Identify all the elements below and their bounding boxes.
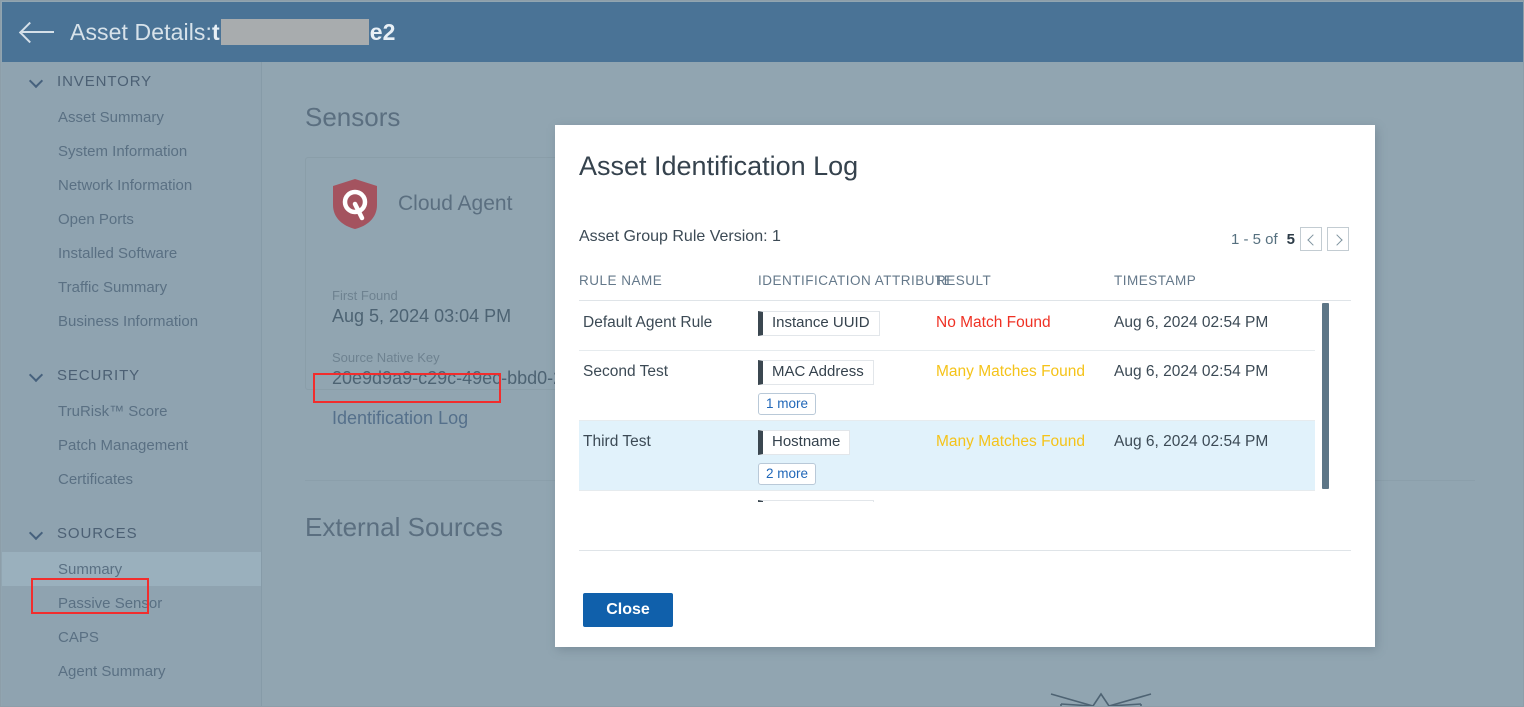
sidebar-item-certificates[interactable]: Certificates	[2, 462, 261, 496]
table-row[interactable]: Default Agent Rule Instance UUID No Matc…	[579, 302, 1315, 351]
sidebar-item-trurisk-score[interactable]: TruRisk™ Score	[2, 394, 261, 428]
sidebar-item-label: Traffic Summary	[58, 278, 168, 296]
pagination-controls: 1 - 5 of 5	[1231, 227, 1349, 251]
sidebar-item-label: System Information	[58, 142, 188, 160]
more-attributes-badge[interactable]: 1 more	[758, 393, 817, 415]
sidebar-item-patch-management[interactable]: Patch Management	[2, 428, 261, 462]
sidebar-group-label: SECURITY	[57, 366, 141, 384]
identification-log-link[interactable]: Identification Log	[332, 408, 468, 429]
cell-timestamp: Aug 6, 2024 02:54 PM	[1114, 314, 1269, 331]
column-header-result: RESULT	[936, 273, 992, 288]
asset-name-end: e2	[369, 18, 396, 45]
table-row[interactable]: Second Test MAC Address 1 more Many Matc…	[579, 351, 1315, 421]
sidebar-item-traffic-summary[interactable]: Traffic Summary	[2, 270, 261, 304]
more-attributes-badge[interactable]: 2 more	[758, 463, 817, 485]
cell-rule-name: Third Test	[583, 433, 651, 450]
app-screen: Asset Details: t e2 INVENTORY Asset Summ…	[0, 0, 1524, 707]
sidebar-group-security[interactable]: SECURITY	[2, 356, 261, 394]
column-header-identification-attribute: IDENTIFICATION ATTRIBUTE	[758, 273, 954, 288]
sidebar-item-network-information[interactable]: Network Information	[2, 168, 261, 202]
attribute-badge: Instance UUID	[758, 311, 880, 336]
sensor-name-label: Cloud Agent	[398, 192, 513, 215]
sidebar-item-label: Business Information	[58, 312, 199, 330]
sidebar-group-inventory[interactable]: INVENTORY	[2, 62, 261, 100]
sidebar-item-open-ports[interactable]: Open Ports	[2, 202, 261, 236]
top-header-bar: Asset Details: t e2	[2, 2, 1523, 62]
sensors-section-title: Sensors	[305, 102, 401, 132]
cell-rule-name: Second Test	[583, 363, 669, 380]
table-scrollbar-thumb[interactable]	[1322, 303, 1329, 489]
attribute-badge: MAC Address	[758, 360, 874, 385]
sidebar-item-label: Asset Summary	[58, 108, 164, 126]
sidebar-item-agent-summary[interactable]: Agent Summary	[2, 654, 261, 688]
sidebar-item-label: Patch Management	[58, 436, 189, 454]
pagination-range: 1 - 5 of	[1230, 230, 1278, 248]
sidebar-item-passive-sensor[interactable]: Passive Sensor	[2, 586, 261, 620]
dialog-title: Asset Identification Log	[579, 151, 859, 181]
back-arrow-icon[interactable]	[20, 19, 56, 45]
table-row[interactable]: Third Test Hostname 2 more Many Matches …	[579, 421, 1315, 491]
sidebar-item-label: Installed Software	[58, 244, 178, 262]
sidebar-item-asset-summary[interactable]: Asset Summary	[2, 100, 261, 134]
asset-identification-log-dialog: Asset Identification Log Asset Group Rul…	[555, 125, 1375, 647]
pagination-next-button[interactable]	[1327, 227, 1349, 251]
cell-timestamp: Aug 6, 2024 02:54 PM	[1114, 363, 1269, 380]
asset-group-rule-version: Asset Group Rule Version: 1	[579, 228, 781, 245]
page-title-prefix: Asset Details:	[70, 18, 213, 45]
sidebar-group-sources[interactable]: SOURCES	[2, 514, 261, 552]
table-header-row: RULE NAME IDENTIFICATION ATTRIBUTE RESUL…	[579, 273, 1351, 301]
sidebar-group-label: SOURCES	[57, 524, 138, 542]
pagination-total: 5	[1286, 230, 1295, 248]
page-title: Asset Details: t e2	[70, 19, 396, 46]
table-scrollbar[interactable]	[1322, 303, 1329, 503]
first-found-label: First Found	[332, 288, 398, 303]
external-sources-section-title: External Sources	[305, 512, 503, 542]
sidebar-item-label: Certificates	[58, 470, 134, 488]
attribute-badge: Hostname	[758, 430, 851, 455]
first-found-value: Aug 5, 2024 03:04 PM	[332, 306, 512, 326]
sidebar-item-label: Open Ports	[58, 210, 134, 228]
redaction-block	[220, 19, 369, 45]
sidebar-item-label: TruRisk™ Score	[58, 402, 168, 420]
close-button[interactable]: Close	[583, 593, 673, 627]
sidebar-item-label: Summary	[58, 560, 123, 578]
cell-identification-attribute: MAC Address	[758, 500, 874, 502]
table-row[interactable]: Fourth Test MAC Address 1 more Many Matc…	[579, 491, 1315, 502]
sidebar-item-summary[interactable]: Summary	[2, 552, 261, 586]
sidebar-group-label: INVENTORY	[57, 72, 153, 90]
sidebar-item-system-information[interactable]: System Information	[2, 134, 261, 168]
sidebar-item-installed-software[interactable]: Installed Software	[2, 236, 261, 270]
sidebar-nav: INVENTORY Asset Summary System Informati…	[2, 62, 262, 706]
pagination-prev-button[interactable]	[1300, 227, 1322, 251]
empty-state-box-icon	[1050, 692, 1152, 706]
sidebar-item-label: Passive Sensor	[58, 594, 163, 612]
sidebar-item-label: Agent Summary	[58, 662, 166, 680]
cell-result: Many Matches Found	[936, 433, 1086, 450]
sidebar-item-label: Network Information	[58, 176, 193, 194]
cell-identification-attribute: Instance UUID	[758, 311, 880, 336]
sidebar-item-caps[interactable]: CAPS	[2, 620, 261, 654]
table-bottom-divider	[579, 550, 1351, 551]
column-header-rule-name: RULE NAME	[579, 273, 663, 288]
attribute-badge: MAC Address	[758, 500, 874, 502]
asset-name-start: t	[212, 18, 220, 45]
table-body[interactable]: Default Agent Rule Instance UUID No Matc…	[579, 302, 1351, 502]
source-native-key-value: 20e9d9a9-c29c-49ec-bbd0-2	[332, 368, 564, 388]
chevron-down-icon	[30, 75, 43, 88]
cell-timestamp: Aug 6, 2024 02:54 PM	[1114, 433, 1269, 450]
sidebar-item-label: CAPS	[58, 628, 99, 646]
cell-identification-attribute: MAC Address	[758, 360, 874, 385]
cell-result: Many Matches Found	[936, 363, 1086, 380]
column-header-timestamp: TIMESTAMP	[1114, 273, 1197, 288]
chevron-down-icon	[30, 527, 43, 540]
cell-result: No Match Found	[936, 314, 1051, 331]
cell-identification-attribute: Hostname	[758, 430, 851, 455]
sidebar-item-business-information[interactable]: Business Information	[2, 304, 261, 338]
source-native-key-label: Source Native Key	[332, 350, 440, 365]
cell-rule-name: Default Agent Rule	[583, 314, 713, 331]
qualys-shield-icon	[333, 179, 377, 229]
chevron-down-icon	[30, 369, 43, 382]
